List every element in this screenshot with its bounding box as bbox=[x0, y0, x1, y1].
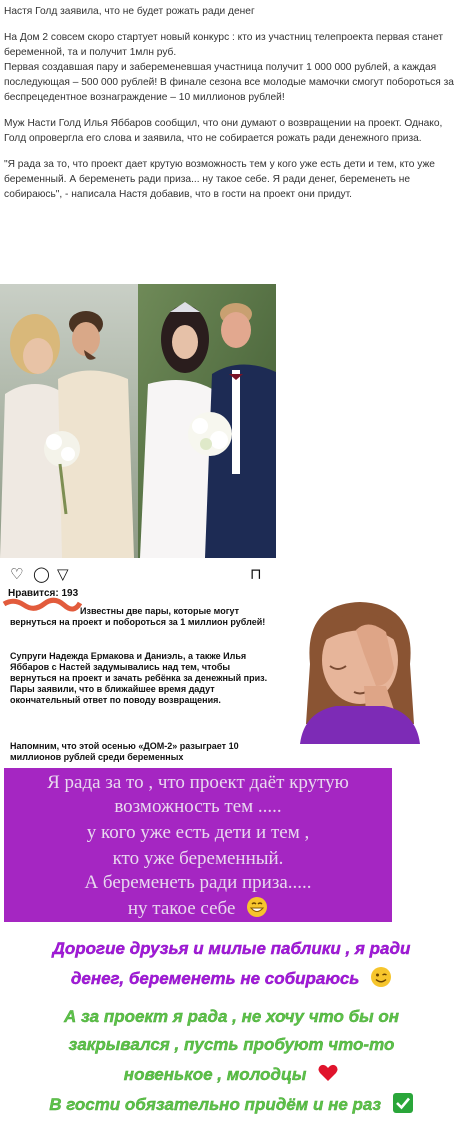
grinning-emoji-icon bbox=[247, 897, 268, 917]
story-line-5: А беременеть ради приза..... bbox=[84, 872, 312, 893]
post-caption-2: Супруги Надежда Ермакова и Даниэль, а та… bbox=[10, 651, 268, 705]
winking-emoji-icon bbox=[371, 967, 392, 987]
story-quote-box: Я рада за то , что проект даёт крутую во… bbox=[4, 768, 392, 922]
wedding-photo bbox=[0, 284, 276, 558]
red-heart-icon bbox=[318, 1064, 338, 1081]
article-title: Настя Голд заявила, что не будет рожать … bbox=[4, 6, 255, 17]
like-heart-icon[interactable]: ♡ bbox=[10, 565, 23, 583]
quote-green-line-1: А за проект я рада , не хочу что бы он bbox=[63, 1007, 400, 1026]
post-caption-3: Напомним, что этой осенью «ДОМ-2» разыгр… bbox=[10, 741, 239, 762]
facepalm-emoji-icon bbox=[290, 594, 430, 744]
story-line-4: кто уже беременный. bbox=[112, 848, 284, 869]
comment-icon[interactable]: ◯ bbox=[33, 565, 50, 583]
quote-purple-line-1: Дорогие друзья и милые паблики , я ради bbox=[52, 939, 411, 958]
wedding-photo-image bbox=[0, 284, 276, 558]
story-line-1: Я рада за то , что проект даёт крутую bbox=[47, 772, 349, 793]
story-line-2: возможность тем ..... bbox=[114, 796, 282, 817]
check-mark-icon bbox=[392, 1093, 413, 1113]
article-paragraph-2: Первая создавшая пару и забеременевшая у… bbox=[4, 62, 454, 103]
instagram-post: Нравится: 193 Известны две пары, которые… bbox=[0, 588, 280, 764]
article-paragraph-3: Муж Насти Голд Илья Яббаров сообщил, что… bbox=[4, 118, 443, 144]
quote-green-line-3: новенькое , молодцы bbox=[0, 1062, 463, 1086]
article: Настя Голд заявила, что не будет рожать … bbox=[4, 4, 459, 213]
article-paragraph-1: На Дом 2 совсем скоро стартует новый кон… bbox=[4, 32, 444, 58]
instagram-actions: ♡ ◯ ▽ ⊓ bbox=[10, 565, 268, 583]
quote-green-line-4: В гости обязательно придём и не раз bbox=[0, 1092, 463, 1116]
story-line-6: ну такое себе bbox=[4, 896, 392, 920]
share-icon[interactable]: ▽ bbox=[57, 565, 69, 583]
story-line-3: у кого уже есть дети и тем , bbox=[86, 822, 310, 843]
bookmark-icon[interactable]: ⊓ bbox=[250, 565, 262, 583]
article-paragraph-4: "Я рада за то, что проект дает крутую во… bbox=[4, 159, 435, 200]
quote-purple-line-2: денег, беременеть не собираюсь bbox=[0, 966, 463, 990]
post-caption-1: Известны две пары, которые могут вернуть… bbox=[10, 606, 266, 627]
quote-green-line-2: закрывался , пусть пробуют что-то bbox=[68, 1035, 395, 1054]
